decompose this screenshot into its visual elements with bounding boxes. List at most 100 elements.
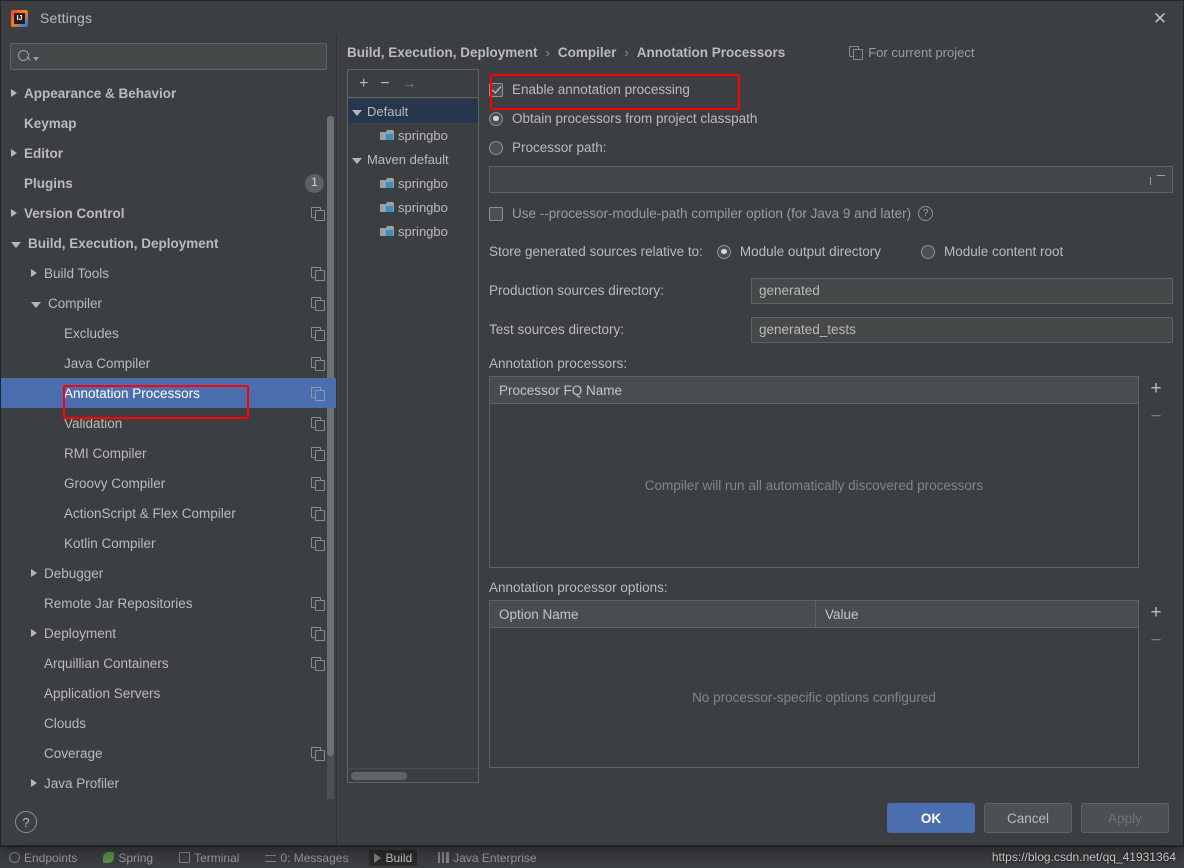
sidebar-item-label: Deployment	[44, 625, 117, 641]
sidebar-item-rmi-compiler[interactable]: RMI Compiler	[1, 438, 336, 468]
sidebar-item-keymap[interactable]: Keymap	[1, 108, 336, 138]
chevron-right-icon[interactable]	[31, 269, 37, 277]
module-group-row[interactable]: Default	[348, 99, 478, 123]
module-toolbar: + − →	[348, 70, 478, 98]
chevron-down-icon[interactable]	[352, 157, 362, 164]
chevron-down-icon[interactable]	[33, 56, 39, 61]
remove-profile-button[interactable]: −	[380, 75, 389, 92]
tool-window-0-messages[interactable]: 0: Messages	[260, 850, 353, 866]
apply-button[interactable]: Apply	[1081, 803, 1169, 833]
processor-path-field[interactable]	[489, 166, 1173, 193]
chevron-right-icon[interactable]	[31, 629, 37, 637]
tool-window-endpoints[interactable]: Endpoints	[4, 850, 82, 866]
cancel-button[interactable]: Cancel	[984, 803, 1072, 833]
sidebar-item-label: Version Control	[24, 205, 125, 221]
sidebar-item-application-servers[interactable]: Application Servers	[1, 678, 336, 708]
sidebar-item-actionscript-flex-compiler[interactable]: ActionScript & Flex Compiler	[1, 498, 336, 528]
sidebar-item-label: Appearance & Behavior	[24, 85, 177, 101]
module-hscrollbar-thumb[interactable]	[351, 772, 407, 780]
use-processor-module-path-row[interactable]: Use --processor-module-path compiler opt…	[489, 199, 1173, 228]
add-processor-button[interactable]: +	[1150, 379, 1161, 398]
chevron-down-icon[interactable]	[11, 241, 21, 248]
module-hscrollbar[interactable]	[348, 768, 478, 782]
module-row[interactable]: springbo	[348, 171, 478, 195]
obtain-from-classpath-row[interactable]: Obtain processors from project classpath	[489, 104, 1173, 133]
processor-path-radio[interactable]	[489, 140, 503, 155]
copy-icon	[849, 45, 863, 60]
breadcrumb-part[interactable]: Build, Execution, Deployment	[347, 45, 538, 60]
copy-icon	[311, 326, 325, 341]
sidebar-item-excludes[interactable]: Excludes	[1, 318, 336, 348]
sidebar-item-remote-jar-repositories[interactable]: Remote Jar Repositories	[1, 588, 336, 618]
sidebar-item-appearance-behavior[interactable]: Appearance & Behavior	[1, 78, 336, 108]
chevron-right-icon[interactable]	[11, 209, 17, 217]
sidebar-item-compiler[interactable]: Compiler	[1, 288, 336, 318]
breadcrumb-part[interactable]: Annotation Processors	[637, 45, 786, 60]
sidebar-item-editor[interactable]: Editor	[1, 138, 336, 168]
sidebar-item-build-tools[interactable]: Build Tools	[1, 258, 336, 288]
production-sources-input[interactable]	[751, 277, 1173, 304]
folder-icon[interactable]	[1150, 173, 1166, 187]
add-profile-button[interactable]: +	[359, 75, 368, 92]
table-body[interactable]: Compiler will run all automatically disc…	[490, 404, 1138, 567]
obtain-from-classpath-radio[interactable]	[489, 111, 503, 126]
breadcrumb-separator: ›	[624, 44, 629, 60]
module-row[interactable]: springbo	[348, 123, 478, 147]
sidebar-item-version-control[interactable]: Version Control	[1, 198, 336, 228]
search-box[interactable]	[10, 43, 327, 70]
sidebar-item-arquillian-containers[interactable]: Arquillian Containers	[1, 648, 336, 678]
module-group-row[interactable]: Maven default	[348, 147, 478, 171]
table-body[interactable]: No processor-specific options configured	[490, 628, 1138, 767]
module-row[interactable]: springbo	[348, 195, 478, 219]
remove-option-button[interactable]: −	[1150, 631, 1161, 650]
chevron-right-icon[interactable]	[31, 779, 37, 787]
chevron-down-icon[interactable]	[352, 109, 362, 116]
ok-button[interactable]: OK	[887, 803, 975, 833]
copy-icon	[311, 476, 325, 491]
help-icon[interactable]: ?	[918, 206, 934, 221]
sidebar-item-plugins[interactable]: Plugins 1	[1, 168, 336, 198]
module-output-directory-radio[interactable]	[716, 244, 731, 259]
sidebar-item-label: Java Compiler	[64, 355, 151, 371]
chevron-right-icon[interactable]	[11, 89, 17, 97]
search-input[interactable]	[43, 49, 320, 64]
sidebar-item-coverage[interactable]: Coverage	[1, 738, 336, 768]
tool-window-java-enterprise[interactable]: Java Enterprise	[433, 850, 541, 866]
sidebar-item-validation[interactable]: Validation	[1, 408, 336, 438]
add-option-button[interactable]: +	[1150, 603, 1161, 622]
sidebar-item-groovy-compiler[interactable]: Groovy Compiler	[1, 468, 336, 498]
module-list: Default springbo Maven default springbo spri…	[348, 98, 478, 768]
obtain-from-classpath-label: Obtain processors from project classpath	[512, 111, 758, 126]
remove-processor-button[interactable]: −	[1150, 407, 1161, 426]
module-content-root-radio[interactable]	[920, 244, 935, 259]
sidebar-item-clouds[interactable]: Clouds	[1, 708, 336, 738]
chevron-down-icon[interactable]	[31, 301, 41, 308]
close-icon[interactable]: ✕	[1137, 1, 1183, 35]
tool-window-terminal[interactable]: Terminal	[174, 850, 244, 866]
tool-window-build[interactable]: Build	[369, 849, 418, 866]
test-sources-input[interactable]	[751, 316, 1173, 343]
enable-annotation-processing-checkbox[interactable]	[489, 82, 503, 97]
processor-path-row[interactable]: Processor path:	[489, 133, 1173, 162]
breadcrumb-part[interactable]: Compiler	[558, 45, 617, 60]
use-processor-module-path-checkbox[interactable]	[489, 206, 503, 221]
tool-window-spring[interactable]: Spring	[98, 850, 158, 866]
sidebar-item-build-execution-deployment[interactable]: Build, Execution, Deployment	[1, 228, 336, 258]
help-button[interactable]: ?	[15, 811, 37, 833]
move-module-button[interactable]: →	[402, 76, 417, 91]
sidebar-item-kotlin-compiler[interactable]: Kotlin Compiler	[1, 528, 336, 558]
enable-annotation-processing-row[interactable]: Enable annotation processing	[489, 75, 1173, 104]
sidebar-item-debugger[interactable]: Debugger	[1, 558, 336, 588]
chevron-right-icon[interactable]	[31, 569, 37, 577]
sidebar-item-java-profiler[interactable]: Java Profiler	[1, 768, 336, 798]
sidebar-item-java-compiler[interactable]: Java Compiler	[1, 348, 336, 378]
module-row[interactable]: springbo	[348, 219, 478, 243]
dialog-title: Settings	[40, 10, 93, 26]
sidebar-item-annotation-processors[interactable]: Annotation Processors	[1, 378, 336, 408]
scope-indicator: For current project	[849, 45, 974, 60]
sidebar-item-deployment[interactable]: Deployment	[1, 618, 336, 648]
chevron-right-icon[interactable]	[11, 149, 17, 157]
store-generated-sources-label: Store generated sources relative to:	[489, 244, 703, 259]
